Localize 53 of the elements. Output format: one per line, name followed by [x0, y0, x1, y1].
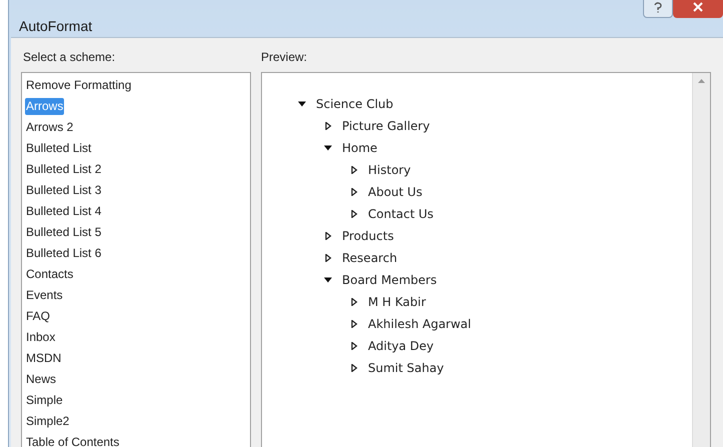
- help-button[interactable]: [643, 0, 673, 18]
- collapsed-triangle-icon[interactable]: [350, 298, 358, 306]
- collapsed-triangle-icon[interactable]: [350, 188, 358, 196]
- tree-node-label: Aditya Dey: [368, 338, 434, 355]
- scheme-item[interactable]: Bulleted List 4: [25, 203, 102, 220]
- collapsed-triangle-icon[interactable]: [350, 210, 358, 218]
- scheme-item[interactable]: Arrows 2: [25, 119, 74, 136]
- scheme-item[interactable]: Remove Formatting: [25, 77, 132, 94]
- close-button[interactable]: [673, 0, 723, 18]
- close-icon: [693, 2, 703, 12]
- scroll-up-icon: [698, 79, 705, 83]
- scheme-item[interactable]: Contacts: [25, 266, 74, 283]
- collapsed-triangle-icon[interactable]: [324, 122, 332, 130]
- expanded-triangle-icon[interactable]: [324, 144, 332, 152]
- scheme-item[interactable]: News: [25, 371, 58, 388]
- question-mark-icon: [654, 2, 662, 12]
- preview-label: Preview:: [261, 49, 308, 66]
- scheme-item[interactable]: Bulleted List 2: [25, 161, 102, 178]
- tree-node-label: Contact Us: [368, 206, 434, 223]
- tree-node-label: Akhilesh Agarwal: [368, 316, 472, 333]
- tree-node-label: Research: [342, 250, 398, 267]
- tree-node-label: Picture Gallery: [342, 118, 430, 135]
- scheme-item[interactable]: Simple: [25, 392, 64, 409]
- scheme-item[interactable]: Bulleted List 5: [25, 224, 102, 241]
- collapsed-triangle-icon[interactable]: [350, 364, 358, 372]
- scheme-list-label: Select a scheme:: [23, 49, 116, 66]
- scheme-item[interactable]: Bulleted List 6: [25, 245, 102, 262]
- tree-node-label: Home: [342, 140, 378, 157]
- scheme-item[interactable]: Inbox: [25, 329, 56, 346]
- tree-node-label: Sumit Sahay: [368, 360, 444, 377]
- scheme-list[interactable]: Remove Formatting Arrows Arrows 2 Bulleted List Bulleted List 2 Bulleted List 3 Bulleted List 4 Bulleted List 5 Bulleted List 6 Contacts Events FAQ Inbox MSDN News Simple Simple2 Table of Contents: [21, 72, 251, 447]
- scheme-item[interactable]: Events: [25, 287, 64, 304]
- window-title: AutoFormat: [19, 17, 92, 36]
- expanded-triangle-icon[interactable]: [298, 100, 306, 108]
- tree-node-label: About Us: [368, 184, 422, 201]
- scheme-item[interactable]: Table of Contents: [25, 434, 120, 447]
- tree-node-label: History: [368, 162, 411, 179]
- expanded-triangle-icon[interactable]: [324, 276, 332, 284]
- scrollbar[interactable]: [692, 73, 710, 447]
- scheme-item[interactable]: Simple2: [25, 413, 70, 430]
- collapsed-triangle-icon[interactable]: [350, 320, 358, 328]
- scheme-item[interactable]: Bulleted List 3: [25, 182, 102, 199]
- tree-node-label: Products: [342, 228, 394, 245]
- tree-node-label: M H Kabir: [368, 294, 426, 311]
- scheme-item[interactable]: MSDN: [25, 350, 62, 367]
- collapsed-triangle-icon[interactable]: [350, 342, 358, 350]
- tree-node-label: Science Club: [316, 96, 394, 113]
- collapsed-triangle-icon[interactable]: [350, 166, 358, 174]
- scheme-item[interactable]: Bulleted List: [25, 140, 92, 157]
- scheme-item[interactable]: FAQ: [25, 308, 52, 325]
- collapsed-triangle-icon[interactable]: [324, 254, 332, 262]
- collapsed-triangle-icon[interactable]: [324, 232, 332, 240]
- tree-node-label: Board Members: [342, 272, 437, 289]
